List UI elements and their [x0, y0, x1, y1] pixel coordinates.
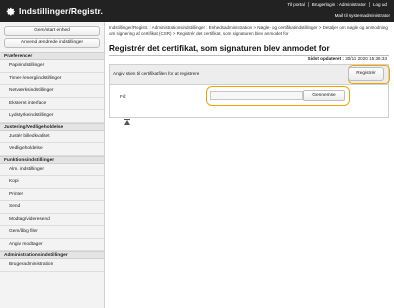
file-path-input[interactable]: [210, 91, 303, 100]
user-login-label: Brugerlogin : Administrator: [307, 2, 369, 7]
sidebar-item-maintenance[interactable]: Vedligeholdelse: [0, 143, 104, 156]
top-bar: Indstillinger/Registr. Til portal Bruger…: [0, 0, 394, 22]
certificate-panel: Angiv stien til certifikatfilen for at r…: [109, 64, 390, 118]
sidebar-item-receive-forward[interactable]: Modtag/videresend: [0, 213, 104, 226]
sidebar-item-printer[interactable]: Printer: [0, 188, 104, 201]
top-links: Til portal Brugerlogin : Administrator L…: [284, 2, 390, 7]
breadcrumb: Indstillinger/Registr. : Administrations…: [109, 25, 388, 36]
last-updated-value: 30/11 2020 15:36:33: [345, 56, 387, 61]
sidebar-section-management: Administrationsindstillinger: [0, 251, 104, 259]
apply-changed-settings-button[interactable]: Anvend ændrede indstillinger: [4, 38, 100, 48]
file-row: Fil: Gennemse: [110, 86, 388, 109]
sidebar-section-function: Funktionsindstillinger: [0, 155, 104, 164]
save-start-device-button[interactable]: Gem/start enhed: [4, 26, 100, 36]
path-instruction-label: Angiv stien til certifikatfilen for at r…: [113, 71, 200, 76]
last-updated-label: Sidst opdateret :: [307, 56, 344, 61]
app-title: Indstillinger/Registr.: [19, 6, 103, 16]
sidebar-item-send[interactable]: Send: [0, 201, 104, 214]
sidebar-item-paper[interactable]: Papirindstillinger: [0, 60, 104, 73]
logout-link[interactable]: Log ud: [368, 2, 390, 7]
sidebar-item-network[interactable]: Netværksindstillinger: [0, 85, 104, 98]
last-updated: Sidst opdateret : 30/11 2020 15:36:33: [308, 56, 387, 61]
mail-admin-link[interactable]: Mail til systemadministrator: [335, 13, 390, 18]
sidebar-item-volume[interactable]: Lydstyrkeindstillinger: [0, 110, 104, 123]
panel-header-row: Angiv stien til certifikatfilen for at r…: [110, 65, 390, 85]
portal-link[interactable]: Til portal: [284, 2, 307, 7]
browse-button[interactable]: Gennemse: [303, 90, 345, 101]
sidebar-item-user-management[interactable]: Brugeradministration: [0, 259, 104, 272]
gear-icon: [6, 7, 15, 16]
sidebar-item-common[interactable]: Alm. indstillinger: [0, 163, 104, 176]
main-content: Indstillinger/Registr. : Administrations…: [106, 22, 394, 308]
page-title: Registrér det certifikat, som signaturen…: [109, 44, 330, 53]
sidebar-item-timer-energy[interactable]: Timer-/energiindstillinger: [0, 72, 104, 85]
sidebar-item-image-quality[interactable]: Justér billedkvalitet: [0, 130, 104, 143]
file-label: Fil:: [120, 94, 127, 99]
sidebar-item-external-interface[interactable]: Eksternt interface: [0, 97, 104, 110]
sidebar-item-store-files[interactable]: Gem/åbg filer: [0, 226, 104, 239]
register-button[interactable]: Registrér: [348, 67, 384, 81]
back-to-top-icon[interactable]: [124, 120, 130, 125]
sidebar-section-preferences: Præferencer: [0, 52, 104, 60]
sidebar-item-copy[interactable]: Kopi: [0, 176, 104, 189]
sidebar-item-destination[interactable]: Angiv modtager: [0, 238, 104, 251]
sidebar-section-adjustment: Justering/Vedligeholdelse: [0, 122, 104, 131]
sidebar: Gem/start enhed Anvend ændrede indstilli…: [0, 22, 105, 308]
